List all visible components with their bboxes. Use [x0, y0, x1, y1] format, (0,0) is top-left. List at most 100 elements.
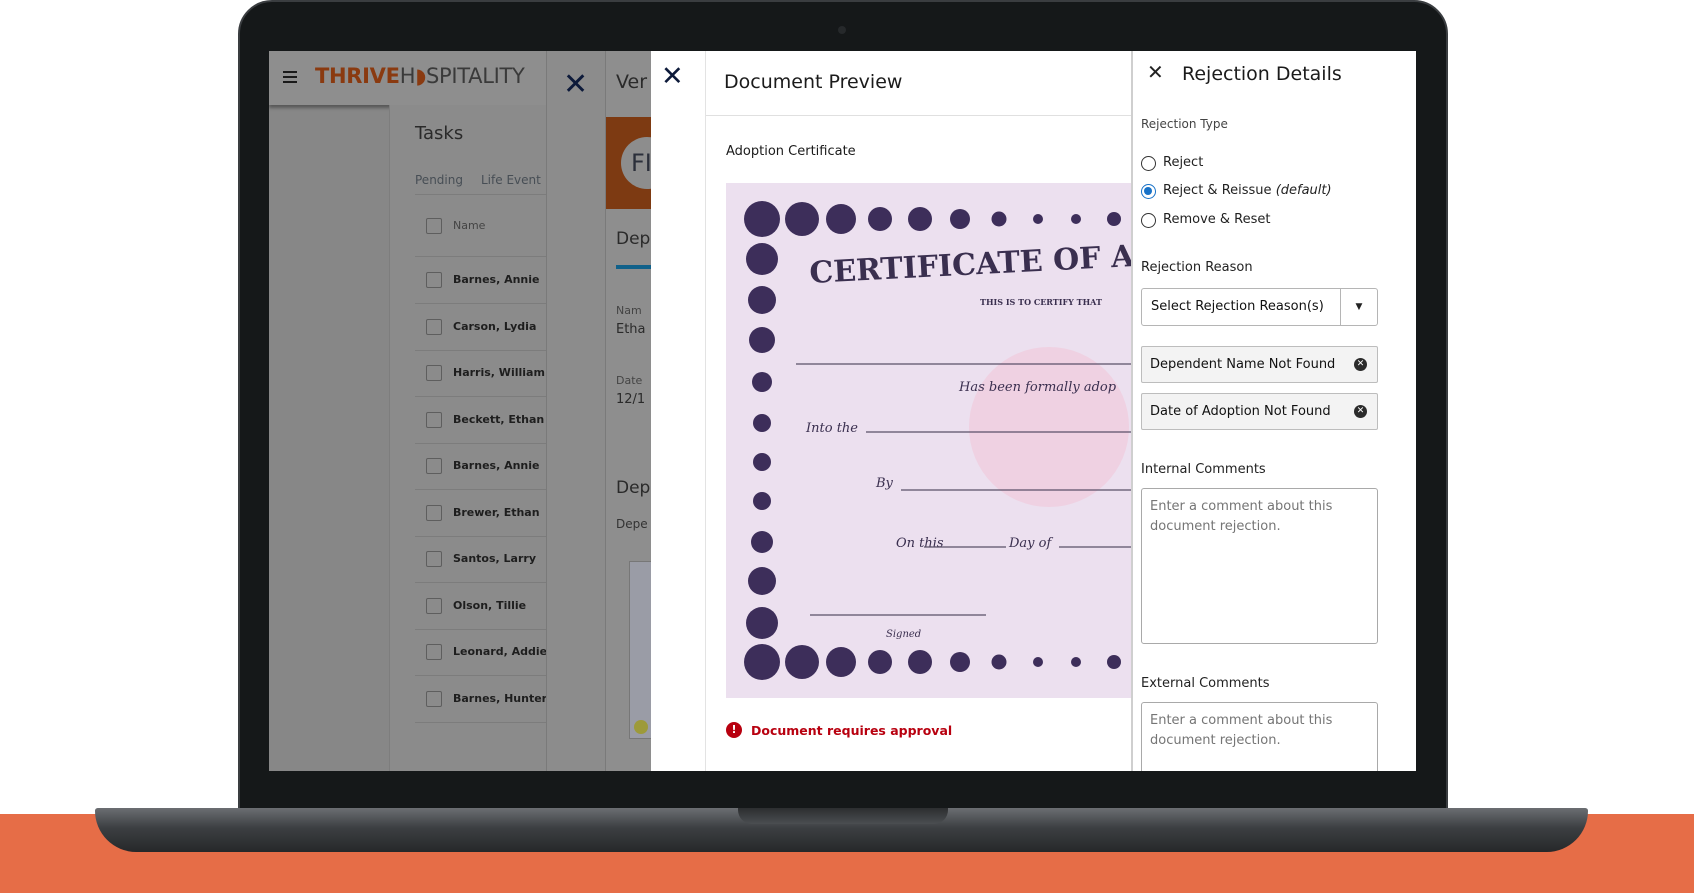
- remove-chip-icon[interactable]: ✕: [1354, 405, 1367, 418]
- close-icon[interactable]: ✕: [563, 67, 588, 102]
- row-name: Olson, Tillie: [453, 598, 527, 612]
- row-name: Barnes, Hunter: [453, 691, 548, 705]
- border-dot: [826, 647, 856, 677]
- border-dot: [752, 372, 772, 392]
- external-comments-input[interactable]: [1141, 702, 1378, 771]
- border-dot: [746, 607, 778, 639]
- logo-rest: SPITALITY: [425, 64, 525, 88]
- cert-on-this: On this: [896, 536, 944, 551]
- border-dot: [1107, 655, 1121, 669]
- approval-status: Document requires approval: [751, 723, 953, 738]
- row-name: Barnes, Annie: [453, 459, 540, 472]
- default-note: (default): [1275, 183, 1332, 198]
- row-name: Harris, William: [453, 366, 545, 379]
- name-value: Etha: [616, 322, 646, 337]
- row-checkbox[interactable]: [426, 318, 442, 335]
- row-checkbox[interactable]: [426, 365, 442, 381]
- section2-sub: Depe: [616, 517, 648, 531]
- option-label: Reject & Reissue: [1163, 183, 1272, 198]
- rejection-reason-label: Rejection Reason: [1141, 260, 1253, 275]
- reason-chip: Date of Adoption Not Found ✕: [1141, 393, 1378, 430]
- row-name: Leonard, Addie: [453, 645, 548, 658]
- row-checkbox[interactable]: [426, 551, 442, 567]
- watermark: [969, 347, 1129, 507]
- verify-title: Ver: [616, 71, 648, 93]
- cert-signed: Signed: [886, 629, 921, 640]
- select-value: Select Rejection Reason(s): [1151, 299, 1324, 314]
- row-name: Santos, Larry: [453, 552, 536, 565]
- border-dot: [868, 650, 892, 674]
- radio-remove-reset-label[interactable]: Remove & Reset: [1163, 212, 1270, 227]
- border-dot: [749, 327, 775, 353]
- internal-comments-label: Internal Comments: [1141, 462, 1266, 477]
- radio-reject-reissue-label[interactable]: Reject & Reissue (default): [1163, 183, 1332, 198]
- radio-reject-reissue[interactable]: [1141, 184, 1156, 199]
- row-checkbox[interactable]: [426, 458, 442, 474]
- border-dot: [950, 209, 970, 229]
- chevron-down-icon[interactable]: ▼: [1340, 289, 1377, 325]
- close-panel: ✕: [546, 51, 605, 771]
- radio-reject-label[interactable]: Reject: [1163, 155, 1203, 170]
- screen: THRIVEH◗SPITALITY Tasks Pending Life Eve…: [269, 51, 1416, 771]
- row-name: Barnes, Annie: [453, 273, 540, 286]
- border-dot: [868, 207, 892, 231]
- internal-comments-input[interactable]: [1141, 488, 1378, 644]
- profile-banner: FI: [606, 117, 651, 209]
- logo: THRIVEH◗SPITALITY: [315, 64, 525, 88]
- tab-life-event[interactable]: Life Event: [481, 173, 541, 187]
- date-value: 12/1: [616, 392, 646, 407]
- app-header: THRIVEH◗SPITALITY: [269, 51, 546, 105]
- rejection-details-panel: ✕ Rejection Details Rejection Type Rejec…: [1131, 51, 1416, 771]
- remove-chip-icon[interactable]: ✕: [1354, 358, 1367, 371]
- row-checkbox[interactable]: [426, 597, 442, 614]
- certificate-image: CERTIFICATE OF A THIS IS TO CERTIFY THAT…: [726, 183, 1131, 698]
- border-dot: [991, 654, 1007, 670]
- reason-chip: Dependent Name Not Found ✕: [1141, 346, 1378, 383]
- border-dot: [744, 201, 780, 237]
- border-dot: [1107, 212, 1121, 226]
- laptop-notch: [738, 808, 948, 824]
- row-name: Carson, Lydia: [453, 319, 537, 333]
- section-tab[interactable]: Dep: [616, 229, 650, 249]
- row-checkbox[interactable]: [426, 272, 442, 288]
- cert-day-of: Day of: [1008, 536, 1053, 551]
- border-dot: [1033, 657, 1043, 667]
- close-rejection-icon[interactable]: ✕: [1147, 60, 1164, 84]
- column-name: Name: [453, 219, 486, 232]
- radio-remove-reset[interactable]: [1141, 213, 1156, 228]
- tasks-title: Tasks: [415, 123, 464, 144]
- verify-panel: Ver FI Dep Nam Etha Date 12/1 Dep Depe: [605, 51, 651, 771]
- row-checkbox[interactable]: [426, 644, 442, 660]
- close-preview-icon[interactable]: ✕: [661, 63, 684, 90]
- row-checkbox[interactable]: [426, 411, 442, 428]
- cert-into: Into the: [805, 421, 858, 436]
- border-dot: [785, 202, 819, 236]
- chip-label: Date of Adoption Not Found: [1150, 404, 1331, 419]
- avatar: FI: [621, 137, 651, 189]
- chip-label: Dependent Name Not Found: [1150, 357, 1336, 372]
- rejection-reason-select[interactable]: Select Rejection Reason(s) ▼: [1141, 288, 1378, 326]
- border-dot: [826, 204, 856, 234]
- document-name: Adoption Certificate: [726, 144, 856, 159]
- border-dot: [748, 286, 776, 314]
- border-dot: [753, 453, 771, 471]
- tab-pending[interactable]: Pending: [415, 173, 463, 187]
- border-dot: [908, 207, 932, 231]
- logo-bold: THRIVE: [315, 64, 400, 88]
- row-checkbox[interactable]: [426, 504, 442, 521]
- rejection-type-label: Rejection Type: [1141, 117, 1228, 131]
- border-dot: [785, 645, 819, 679]
- camera-icon: [838, 26, 846, 34]
- radio-reject[interactable]: [1141, 156, 1156, 171]
- error-icon: !: [726, 722, 742, 738]
- cert-certify: THIS IS TO CERTIFY THAT: [980, 297, 1102, 307]
- border-dot: [748, 567, 776, 595]
- document-thumbnail[interactable]: [629, 561, 651, 739]
- hamburger-menu-icon[interactable]: [283, 71, 297, 83]
- cert-by: By: [875, 476, 894, 491]
- row-checkbox[interactable]: [426, 690, 442, 707]
- document-preview-panel: ✕ Document Preview Adoption Certificate …: [651, 51, 1131, 771]
- row-name: Brewer, Ethan: [453, 505, 540, 519]
- select-all-checkbox[interactable]: [426, 218, 442, 234]
- tab-underline: [616, 265, 651, 269]
